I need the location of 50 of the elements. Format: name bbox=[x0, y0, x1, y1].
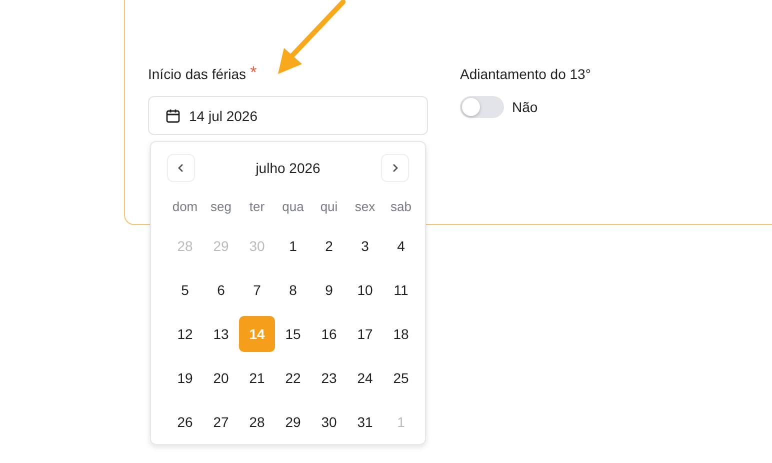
field-label: Adiantamento do 13° bbox=[460, 66, 591, 82]
chevron-left-icon bbox=[176, 163, 186, 173]
month-title: julho 2026 bbox=[256, 160, 320, 176]
day-cell[interactable]: 1 bbox=[275, 228, 311, 264]
day-cell[interactable]: 15 bbox=[275, 316, 311, 352]
weekday-label: seg bbox=[210, 198, 232, 214]
day-cell[interactable]: 17 bbox=[347, 316, 383, 352]
day-cell[interactable]: 6 bbox=[203, 272, 239, 308]
day-cell[interactable]: 23 bbox=[311, 360, 347, 396]
toggle-state: Não bbox=[512, 99, 538, 115]
day-cell[interactable]: 31 bbox=[347, 404, 383, 440]
day-cell[interactable]: 24 bbox=[347, 360, 383, 396]
weekday-label: sex bbox=[354, 198, 376, 214]
day-cell[interactable]: 10 bbox=[347, 272, 383, 308]
day-cell[interactable]: 19 bbox=[167, 360, 203, 396]
day-cell[interactable]: 11 bbox=[383, 272, 419, 308]
calendar-icon bbox=[165, 108, 181, 124]
weekday-label: qui bbox=[320, 198, 338, 214]
day-cell[interactable]: 29 bbox=[275, 404, 311, 440]
day-cell[interactable]: 22 bbox=[275, 360, 311, 396]
weekday-label: dom bbox=[172, 198, 198, 214]
day-cell[interactable]: 30 bbox=[311, 404, 347, 440]
date-field[interactable]: 14 jul 2026 bbox=[148, 96, 428, 135]
chevron-right-icon bbox=[390, 163, 400, 173]
date-value: 14 jul 2026 bbox=[189, 108, 258, 124]
next-month-button[interactable] bbox=[381, 154, 409, 182]
day-cell[interactable]: 8 bbox=[275, 272, 311, 308]
day-cell[interactable]: 5 bbox=[167, 272, 203, 308]
day-cell[interactable]: 12 bbox=[167, 316, 203, 352]
weekday-label: sab bbox=[390, 198, 412, 214]
day-cell[interactable]: 3 bbox=[347, 228, 383, 264]
day-cell[interactable]: 13 bbox=[203, 316, 239, 352]
day-cell[interactable]: 27 bbox=[203, 404, 239, 440]
day-cell[interactable]: 25 bbox=[383, 360, 419, 396]
toggle-switch[interactable] bbox=[460, 96, 504, 118]
day-cell[interactable]: 26 bbox=[167, 404, 203, 440]
required-mark: * bbox=[250, 66, 257, 80]
day-cell[interactable]: 4 bbox=[383, 228, 419, 264]
day-cell[interactable]: 18 bbox=[383, 316, 419, 352]
weekday-label: qua bbox=[282, 198, 304, 214]
day-cell[interactable]: 16 bbox=[311, 316, 347, 352]
day-cell[interactable]: 2 bbox=[311, 228, 347, 264]
day-cell[interactable]: 9 bbox=[311, 272, 347, 308]
field-label: Início das férias bbox=[148, 66, 246, 82]
day-cell[interactable]: 28 bbox=[239, 404, 275, 440]
day-cell[interactable]: 20 bbox=[203, 360, 239, 396]
day-cell[interactable]: 21 bbox=[239, 360, 275, 396]
day-cell[interactable]: 7 bbox=[239, 272, 275, 308]
previous-month-button[interactable] bbox=[167, 154, 195, 182]
weekday-label: ter bbox=[249, 198, 265, 214]
